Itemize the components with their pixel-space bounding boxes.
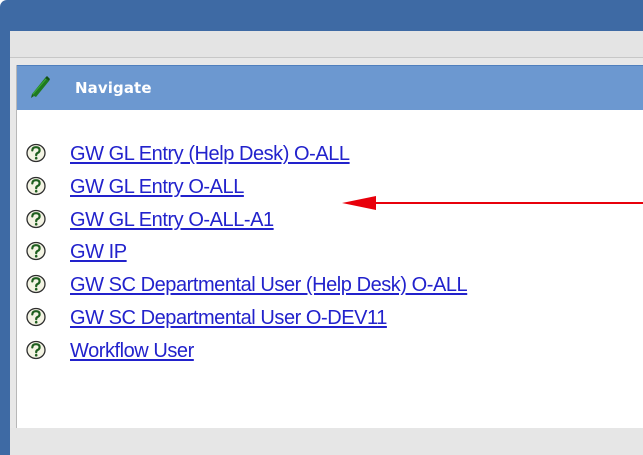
navigate-portlet: Navigate GW GL Entry (Help Desk) O-ALL G…	[16, 65, 643, 428]
help-question-icon	[26, 176, 46, 195]
panel-footer	[10, 428, 643, 455]
portlet-title: Navigate	[75, 79, 152, 97]
help-question-icon	[26, 242, 46, 261]
panel-toolbar-strip	[10, 31, 643, 58]
help-question-icon	[26, 275, 46, 294]
menu-link-gl-entry-a1[interactable]: GW GL Entry O-ALL-A1	[70, 209, 274, 231]
menu-link-sc-departmental-dev11[interactable]: GW SC Departmental User O-DEV11	[70, 307, 387, 329]
help-question-icon	[26, 307, 46, 327]
menu-link-gl-entry[interactable]: GW GL Entry O-ALL	[70, 176, 244, 198]
screen: Navigate GW GL Entry (Help Desk) O-ALL G…	[0, 0, 643, 455]
annotation-arrow	[342, 196, 643, 210]
menu-link-gw-ip[interactable]: GW IP	[70, 241, 127, 263]
menu-link-sc-departmental-help-desk[interactable]: GW SC Departmental User (Help Desk) O-AL…	[70, 274, 468, 296]
help-question-icon	[26, 143, 46, 163]
help-question-icon	[26, 209, 46, 228]
menu-link-workflow-user[interactable]: Workflow User	[70, 340, 194, 362]
portlet-header: Navigate	[17, 65, 643, 110]
help-question-icon	[26, 340, 46, 359]
menu-link-gl-entry-help-desk[interactable]: GW GL Entry (Help Desk) O-ALL	[70, 143, 350, 165]
pencil-icon	[31, 76, 50, 98]
